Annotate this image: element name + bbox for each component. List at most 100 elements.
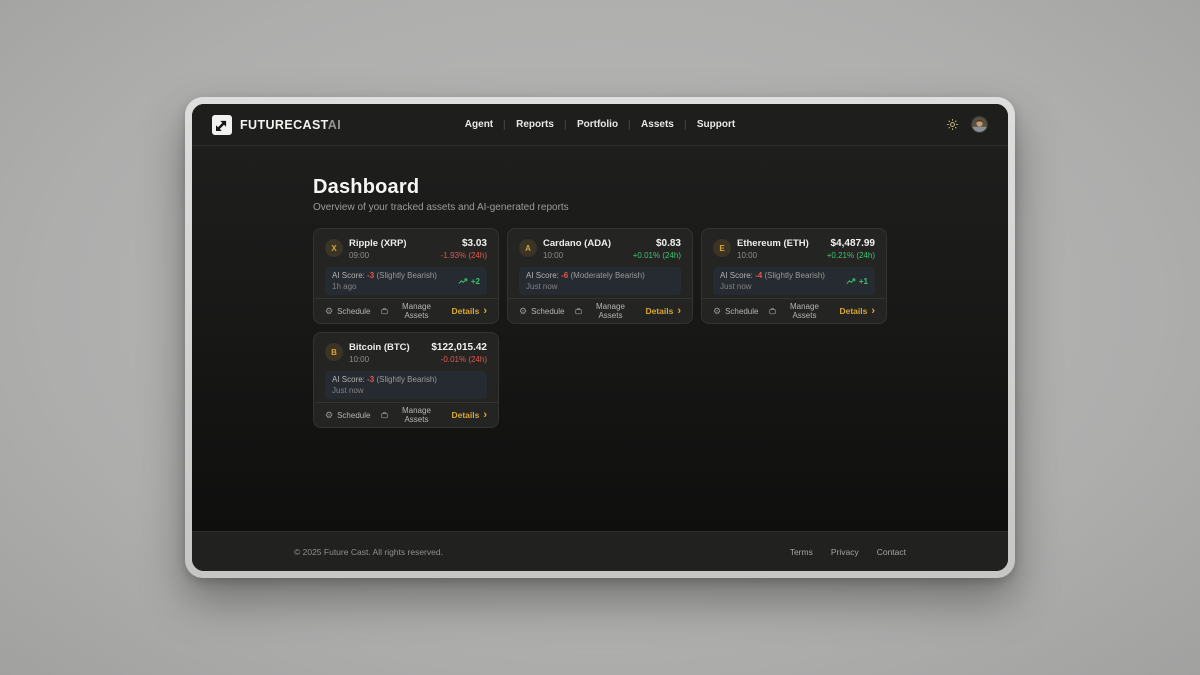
ai-score-label: AI Score: bbox=[720, 271, 753, 280]
footer-link-privacy[interactable]: Privacy bbox=[831, 547, 859, 557]
gear-icon: ⚙ bbox=[325, 411, 333, 420]
schedule-button[interactable]: ⚙Schedule bbox=[325, 411, 370, 420]
asset-card-ethereum: E Ethereum (ETH) 10:00 $4,487.99 +0.21% … bbox=[701, 228, 887, 324]
chevron-right-icon: › bbox=[871, 306, 875, 317]
asset-time: 10:00 bbox=[737, 251, 809, 260]
briefcase-icon bbox=[381, 307, 388, 315]
asset-card-ripple: X Ripple (XRP) 09:00 $3.03 -1.93% (24h) bbox=[313, 228, 499, 324]
asset-time: 10:00 bbox=[543, 251, 611, 260]
trending-up-icon bbox=[846, 278, 856, 285]
brand-name: FUTURECASTAI bbox=[240, 118, 341, 132]
nav-item-agent[interactable]: Agent bbox=[465, 119, 493, 130]
manage-assets-button[interactable]: Manage Assets bbox=[381, 406, 440, 424]
app-root: FUTURECASTAI Agent Reports Portfolio Ass… bbox=[192, 104, 1008, 571]
briefcase-icon bbox=[575, 307, 582, 315]
header-right bbox=[947, 116, 988, 133]
trend-badge: +2 bbox=[458, 277, 480, 286]
ai-score-value: -3 bbox=[367, 271, 374, 280]
nav-divider bbox=[629, 120, 630, 130]
page-title: Dashboard bbox=[313, 176, 887, 199]
ai-score-label: AI Score: bbox=[332, 271, 365, 280]
asset-price: $122,015.42 bbox=[431, 342, 487, 353]
main-content: Dashboard Overview of your tracked asset… bbox=[192, 146, 1008, 531]
page-subtitle: Overview of your tracked assets and AI-g… bbox=[313, 202, 887, 213]
details-button[interactable]: Details› bbox=[839, 306, 875, 317]
schedule-button[interactable]: ⚙Schedule bbox=[713, 307, 758, 316]
manage-assets-button[interactable]: Manage Assets bbox=[381, 302, 440, 320]
nav-item-reports[interactable]: Reports bbox=[516, 119, 554, 130]
browser-window: FUTURECASTAI Agent Reports Portfolio Ass… bbox=[185, 97, 1015, 578]
trending-up-icon bbox=[458, 278, 468, 285]
asset-time: 09:00 bbox=[349, 251, 407, 260]
copyright-text: © 2025 Future Cast. All rights reserved. bbox=[294, 547, 443, 557]
brand-suffix: AI bbox=[328, 118, 341, 132]
nav-divider bbox=[685, 120, 686, 130]
asset-initial-icon: E bbox=[713, 239, 731, 257]
chevron-right-icon: › bbox=[483, 306, 487, 317]
asset-name: Bitcoin (BTC) bbox=[349, 342, 410, 353]
chevron-right-icon: › bbox=[483, 410, 487, 421]
asset-card-grid: X Ripple (XRP) 09:00 $3.03 -1.93% (24h) bbox=[313, 228, 887, 428]
trend-value: +2 bbox=[471, 277, 480, 286]
footer-link-terms[interactable]: Terms bbox=[790, 547, 813, 557]
card-actions: ⚙Schedule Manage Assets Details› bbox=[508, 298, 692, 323]
details-button[interactable]: Details› bbox=[451, 410, 487, 421]
asset-price: $4,487.99 bbox=[827, 238, 875, 249]
ai-score-value: -3 bbox=[367, 375, 374, 384]
asset-initial-icon: X bbox=[325, 239, 343, 257]
sun-icon bbox=[947, 119, 958, 130]
schedule-button[interactable]: ⚙Schedule bbox=[325, 307, 370, 316]
theme-toggle-button[interactable] bbox=[947, 119, 958, 130]
asset-change: +0.21% (24h) bbox=[827, 251, 875, 260]
app-footer: © 2025 Future Cast. All rights reserved.… bbox=[192, 531, 1008, 571]
asset-price: $3.03 bbox=[441, 238, 487, 249]
ai-sentiment: (Slightly Bearish) bbox=[765, 271, 825, 280]
details-button[interactable]: Details› bbox=[451, 306, 487, 317]
ai-score-label: AI Score: bbox=[332, 375, 365, 384]
asset-time: 10:00 bbox=[349, 355, 410, 364]
ai-score-value: -6 bbox=[561, 271, 568, 280]
asset-initial-icon: A bbox=[519, 239, 537, 257]
footer-link-contact[interactable]: Contact bbox=[877, 547, 906, 557]
schedule-button[interactable]: ⚙Schedule bbox=[519, 307, 564, 316]
briefcase-icon bbox=[381, 411, 388, 419]
chevron-right-icon: › bbox=[677, 306, 681, 317]
card-actions: ⚙Schedule Manage Assets Details› bbox=[314, 298, 498, 323]
details-button[interactable]: Details› bbox=[645, 306, 681, 317]
gear-icon: ⚙ bbox=[325, 307, 333, 316]
updated-ago: 1h ago bbox=[332, 282, 437, 291]
asset-initial-icon: B bbox=[325, 343, 343, 361]
card-actions: ⚙Schedule Manage Assets Details› bbox=[702, 298, 886, 323]
ai-score-strip: AI Score: -3 (Slightly Bearish) Just now bbox=[325, 371, 487, 399]
asset-change: +0.01% (24h) bbox=[633, 251, 681, 260]
manage-assets-button[interactable]: Manage Assets bbox=[769, 302, 828, 320]
asset-name: Ripple (XRP) bbox=[349, 238, 407, 249]
user-avatar[interactable] bbox=[971, 116, 988, 133]
briefcase-icon bbox=[769, 307, 776, 315]
trend-value: +1 bbox=[859, 277, 868, 286]
asset-name: Cardano (ADA) bbox=[543, 238, 611, 249]
asset-change: -1.93% (24h) bbox=[441, 251, 487, 260]
brand: FUTURECASTAI bbox=[212, 115, 341, 135]
ai-score-label: AI Score: bbox=[526, 271, 559, 280]
asset-name: Ethereum (ETH) bbox=[737, 238, 809, 249]
card-actions: ⚙Schedule Manage Assets Details› bbox=[314, 402, 498, 427]
ai-score-strip: AI Score: -4 (Slightly Bearish) Just now… bbox=[713, 267, 875, 295]
trend-badge: +1 bbox=[846, 277, 868, 286]
ai-score-strip: AI Score: -3 (Slightly Bearish) 1h ago +… bbox=[325, 267, 487, 295]
updated-ago: Just now bbox=[526, 282, 645, 291]
gear-icon: ⚙ bbox=[713, 307, 721, 316]
nav-item-support[interactable]: Support bbox=[697, 119, 735, 130]
footer-links: Terms Privacy Contact bbox=[790, 547, 906, 557]
updated-ago: Just now bbox=[332, 386, 437, 395]
nav-item-assets[interactable]: Assets bbox=[641, 119, 674, 130]
ai-sentiment: (Moderately Bearish) bbox=[571, 271, 645, 280]
nav-item-portfolio[interactable]: Portfolio bbox=[577, 119, 618, 130]
nav-divider bbox=[565, 120, 566, 130]
manage-assets-button[interactable]: Manage Assets bbox=[575, 302, 634, 320]
ai-sentiment: (Slightly Bearish) bbox=[377, 271, 437, 280]
main-nav: Agent Reports Portfolio Assets Support bbox=[465, 119, 735, 130]
ai-score-value: -4 bbox=[755, 271, 762, 280]
futurecast-logo-icon bbox=[212, 115, 232, 135]
app-header: FUTURECASTAI Agent Reports Portfolio Ass… bbox=[192, 104, 1008, 146]
